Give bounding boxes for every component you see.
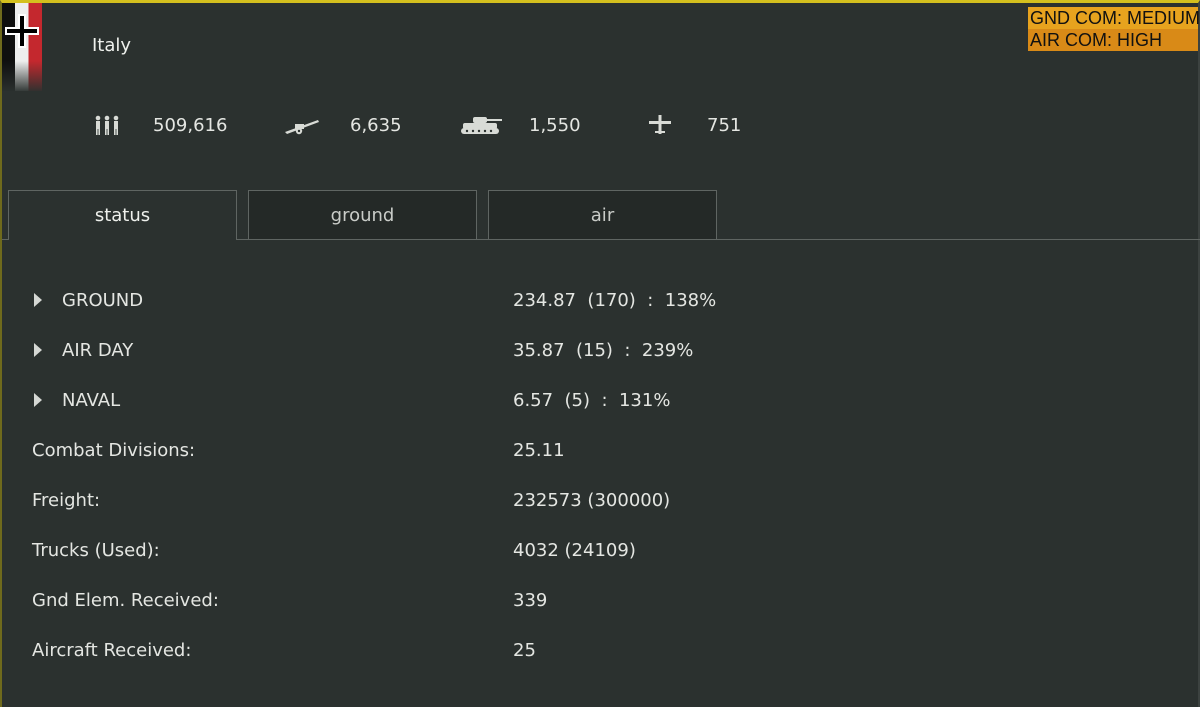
- row-aircraft-received-value: 25: [513, 640, 536, 661]
- expand-naval-caret-icon[interactable]: [34, 393, 42, 407]
- tab-status[interactable]: status: [8, 190, 237, 240]
- ground-command-status: GND COM: MEDIUM: [1028, 7, 1200, 29]
- row-air-day-value: 35.87 (15) : 239%: [513, 340, 694, 361]
- artillery-icon: [285, 120, 319, 135]
- row-freight-label: Freight:: [32, 490, 101, 511]
- expand-air-day-caret-icon[interactable]: [34, 343, 42, 357]
- tank-icon: [461, 117, 502, 134]
- flag-fade: [2, 61, 42, 91]
- row-combat-divisions-value: 25.11: [513, 440, 565, 461]
- expand-ground-caret-icon[interactable]: [34, 293, 42, 307]
- row-air-day-label[interactable]: AIR DAY: [62, 340, 133, 361]
- tab-ground[interactable]: ground: [248, 190, 477, 239]
- row-combat-divisions-label: Combat Divisions:: [32, 440, 196, 461]
- nation-status-panel: Italy GND COM: MEDIUM AIR COM: HIGH 509,…: [0, 0, 1200, 707]
- manpower-value: 509,616: [153, 115, 228, 136]
- row-aircraft-received-label: Aircraft Received:: [32, 640, 192, 661]
- tab-air[interactable]: air: [488, 190, 717, 239]
- row-freight-value: 232573 (300000): [513, 490, 671, 511]
- row-gnd-elem-label: Gnd Elem. Received:: [32, 590, 219, 611]
- row-gnd-elem-value: 339: [513, 590, 548, 611]
- command-status-box: GND COM: MEDIUM AIR COM: HIGH: [1028, 7, 1200, 51]
- artillery-value: 6,635: [350, 115, 402, 136]
- row-naval-label[interactable]: NAVAL: [62, 390, 120, 411]
- aircraft-value: 751: [707, 115, 742, 136]
- nation-flag: [2, 3, 42, 91]
- row-ground-value: 234.87 (170) : 138%: [513, 290, 717, 311]
- tanks-value: 1,550: [529, 115, 581, 136]
- nation-name: Italy: [92, 35, 132, 56]
- row-naval-value: 6.57 (5) : 131%: [513, 390, 671, 411]
- row-ground-label[interactable]: GROUND: [62, 290, 143, 311]
- row-trucks-label: Trucks (Used):: [32, 540, 160, 561]
- row-trucks-value: 4032 (24109): [513, 540, 636, 561]
- balkenkreuz-icon: [5, 14, 39, 48]
- infantry-icon: [95, 115, 119, 135]
- aircraft-icon: [649, 115, 671, 134]
- air-command-status: AIR COM: HIGH: [1028, 29, 1198, 51]
